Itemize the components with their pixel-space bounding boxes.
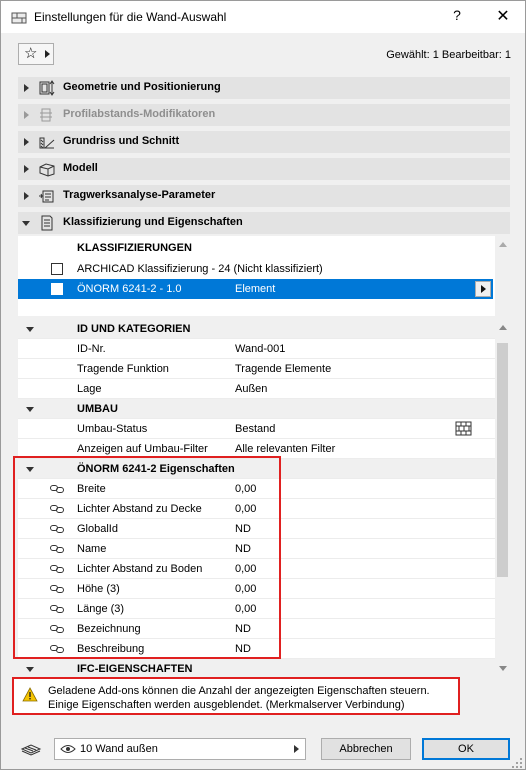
collapse-arrow-icon <box>26 667 34 672</box>
property-value: Alle relevanten Filter <box>235 443 336 455</box>
section-label: Tragwerksanalyse-Parameter <box>63 189 216 201</box>
classification-scrollbar[interactable] <box>495 236 510 316</box>
classification-icon <box>41 215 53 231</box>
cancel-button[interactable]: Abbrechen <box>321 738 411 760</box>
section-grundriss[interactable]: Grundriss und Schnitt <box>18 131 510 153</box>
section-klassifizierung[interactable]: Klassifizierung und Eigenschaften <box>18 212 510 234</box>
section-profilabstand: Profilabstands-Modifikatoren <box>18 104 510 126</box>
profile-modifier-icon <box>40 108 52 122</box>
eye-icon <box>60 745 76 753</box>
expand-arrow-icon <box>24 138 29 146</box>
warning-icon <box>22 687 38 702</box>
property-row[interactable]: ID-Nr. Wand-001 <box>18 339 495 359</box>
scroll-thumb[interactable] <box>497 343 508 577</box>
highlight-frame <box>13 456 281 659</box>
section-label: Klassifizierung und Eigenschaften <box>63 216 243 228</box>
classification-row-selected[interactable]: ÖNORM 6241-2 - 1.0 Element <box>18 279 493 299</box>
group-label: ID UND KATEGORIEN <box>77 323 191 335</box>
warning-text-line2: Einige Eigenschaften werden ausgeblendet… <box>48 699 405 711</box>
classification-system: ARCHICAD Klassifizierung - 24 (Nicht kla… <box>77 263 323 275</box>
collapse-arrow-icon <box>26 407 34 412</box>
property-row[interactable]: Umbau-Status Bestand <box>18 419 495 439</box>
ok-button[interactable]: OK <box>422 738 510 760</box>
group-label: UMBAU <box>77 403 118 415</box>
close-button[interactable]: ✕ <box>493 6 513 26</box>
classification-header: KLASSIFIZIERUNGEN <box>77 242 192 254</box>
layer-select[interactable]: 10 Wand außen <box>54 738 306 760</box>
group-label: IFC-EIGENSCHAFTEN <box>77 663 193 675</box>
classification-value: Element <box>235 283 276 295</box>
section-label: Profilabstands-Modifikatoren <box>63 108 216 120</box>
property-value: Tragende Elemente <box>235 363 332 375</box>
checkmark-icon <box>53 285 61 293</box>
section-modell[interactable]: Modell <box>18 158 510 180</box>
expand-arrow-icon <box>24 111 29 119</box>
classification-row[interactable]: ARCHICAD Klassifizierung - 24 (Nicht kla… <box>18 259 493 279</box>
renovation-filter-icon[interactable] <box>455 421 472 436</box>
property-value: Bestand <box>235 423 276 435</box>
scroll-down-icon[interactable] <box>499 666 507 671</box>
classification-panel: KLASSIFIZIERUNGEN ARCHICAD Klassifizieru… <box>18 236 510 316</box>
property-group[interactable]: UMBAU <box>18 399 495 419</box>
section-geometrie[interactable]: Geometrie und Positionierung <box>18 77 510 99</box>
selection-count: Gewählt: 1 Bearbeitbar: 1 <box>386 49 511 61</box>
expand-arrow-icon <box>24 192 29 200</box>
property-group[interactable]: IFC-EIGENSCHAFTEN <box>18 659 495 677</box>
wall-tool-icon <box>11 12 27 24</box>
classification-checkbox[interactable] <box>51 283 63 295</box>
section-label: Modell <box>63 162 98 174</box>
chevron-right-icon <box>294 745 299 753</box>
scroll-up-icon <box>499 242 507 247</box>
warning-box: Geladene Add-ons können die Anzahl der a… <box>12 677 460 715</box>
properties-scrollbar[interactable] <box>495 319 510 677</box>
classification-picker-button[interactable] <box>475 281 491 297</box>
property-name: Umbau-Status <box>77 423 148 435</box>
property-row[interactable]: Lage Außen <box>18 379 495 399</box>
property-row[interactable]: Tragende Funktion Tragende Elemente <box>18 359 495 379</box>
layer-icon[interactable] <box>20 740 42 756</box>
chevron-right-icon <box>45 50 50 58</box>
resize-grip-icon[interactable] <box>511 757 523 769</box>
star-icon: ☆ <box>24 45 38 62</box>
expand-arrow-icon <box>24 84 29 92</box>
property-name: Anzeigen auf Umbau-Filter <box>77 443 208 455</box>
help-button[interactable]: ? <box>447 7 467 27</box>
section-label: Grundriss und Schnitt <box>63 135 180 147</box>
classification-system: ÖNORM 6241-2 - 1.0 <box>77 283 182 295</box>
collapse-arrow-icon <box>26 327 34 332</box>
property-name: Tragende Funktion <box>77 363 169 375</box>
title-bar: Einstellungen für die Wand-Auswahl ? ✕ <box>1 1 525 33</box>
layer-select-value: 10 Wand außen <box>80 743 158 755</box>
property-name: Lage <box>77 383 102 395</box>
expand-arrow-icon <box>24 165 29 173</box>
property-name: ID-Nr. <box>77 343 106 355</box>
section-tragwerk[interactable]: Tragwerksanalyse-Parameter <box>18 185 510 207</box>
property-group[interactable]: ID UND KATEGORIEN <box>18 319 495 339</box>
classification-checkbox[interactable] <box>51 263 63 275</box>
collapse-arrow-icon <box>22 221 30 226</box>
model-icon <box>39 163 55 177</box>
scroll-up-icon[interactable] <box>499 325 507 330</box>
favorites-button[interactable]: ☆ <box>18 43 54 65</box>
warning-text-line1: Geladene Add-ons können die Anzahl der a… <box>48 685 430 697</box>
property-value: Wand-001 <box>235 343 286 355</box>
settings-dialog: Einstellungen für die Wand-Auswahl ? ✕ ☆… <box>0 0 526 770</box>
geometry-icon <box>39 80 55 96</box>
floorplan-section-icon <box>39 137 55 149</box>
structural-analysis-icon <box>39 190 54 203</box>
section-label: Geometrie und Positionierung <box>63 81 221 93</box>
property-value: Außen <box>235 383 268 395</box>
window-title: Einstellungen für die Wand-Auswahl <box>34 10 227 24</box>
